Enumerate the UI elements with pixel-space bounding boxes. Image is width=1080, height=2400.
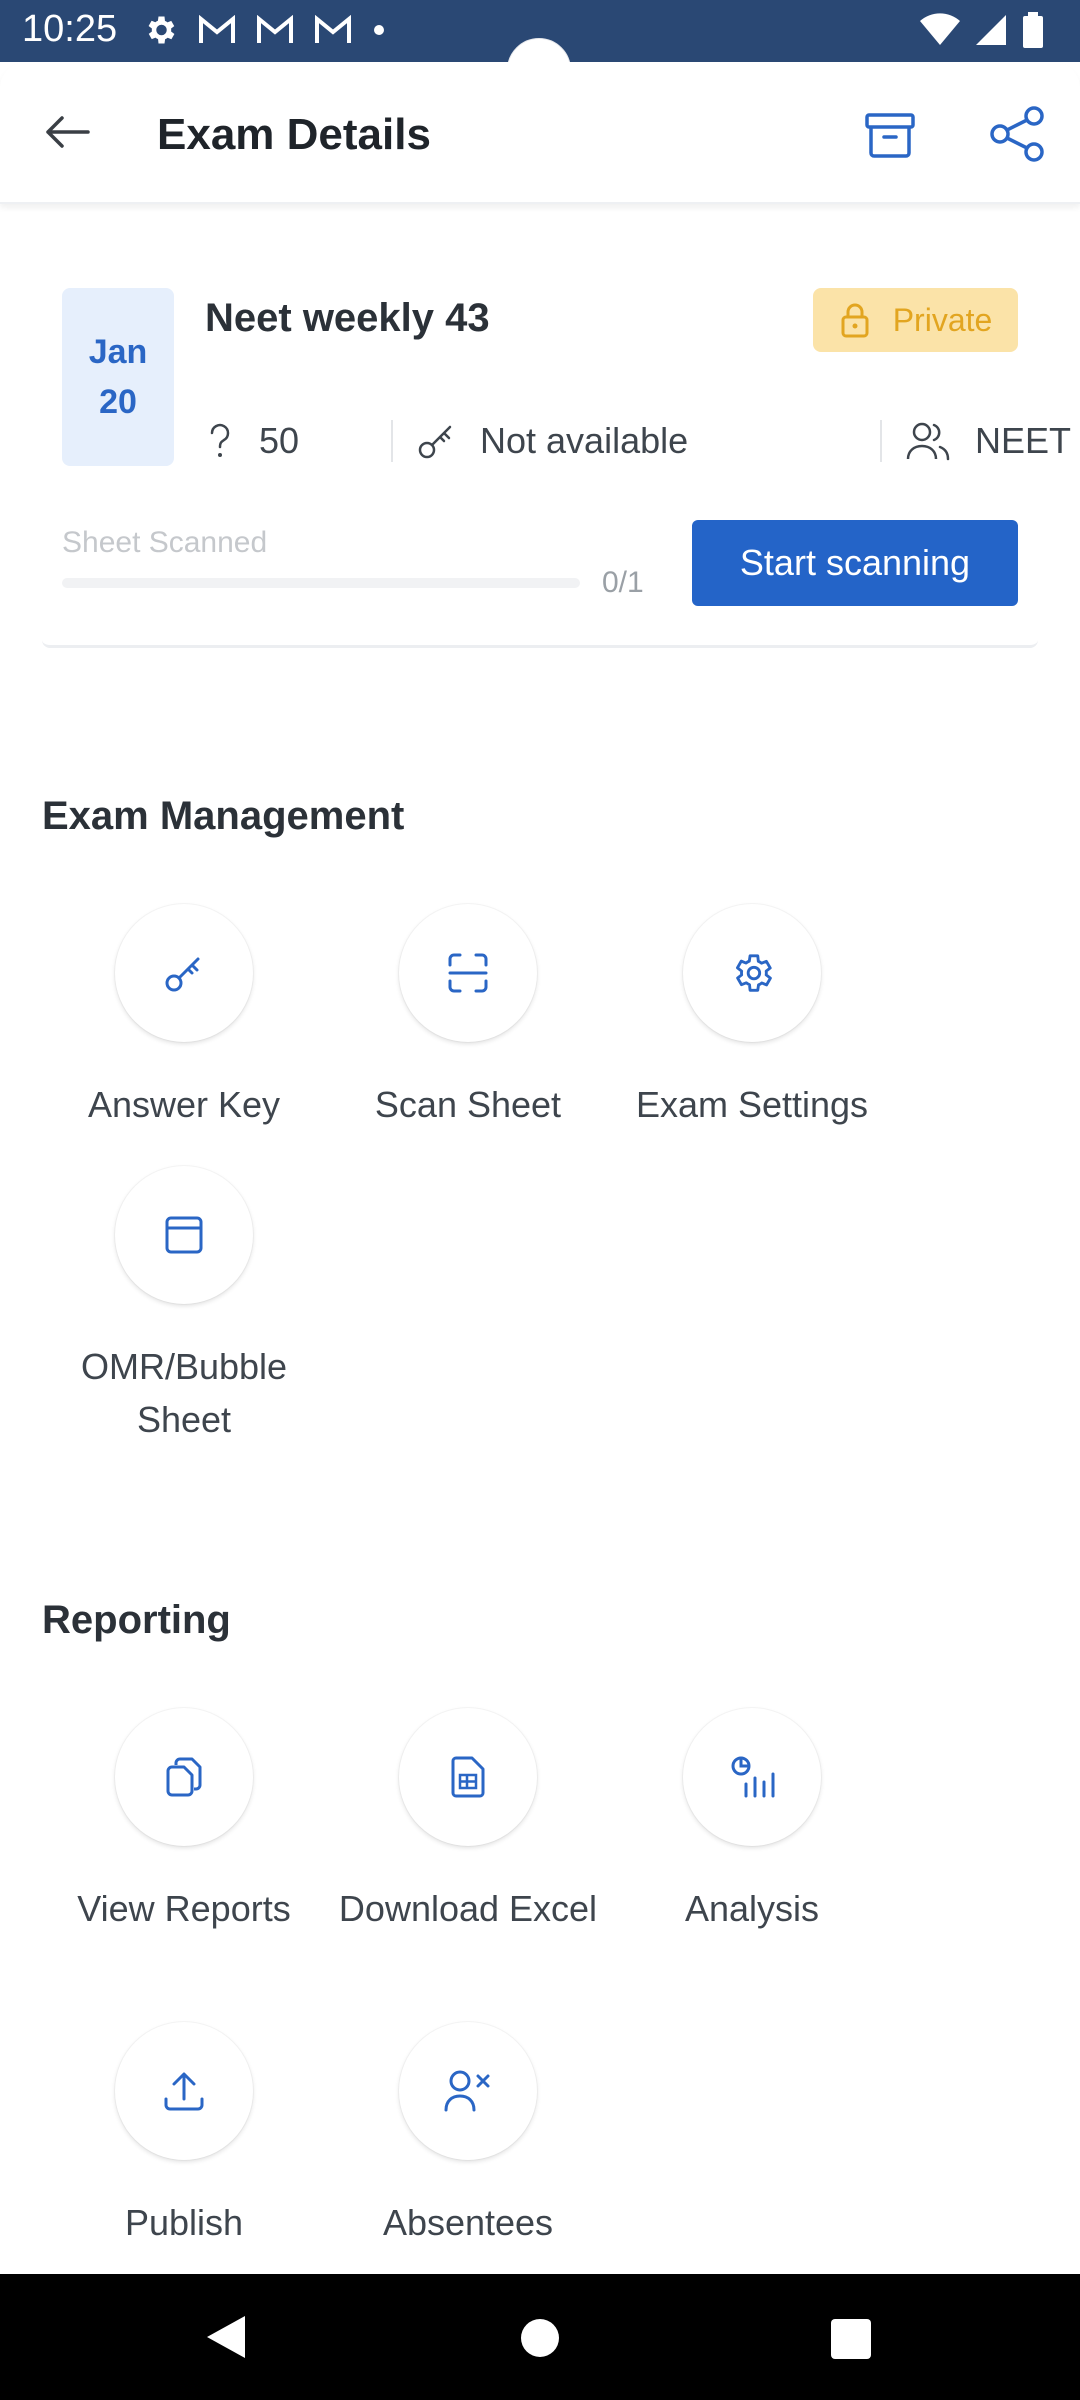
exam-date-day: 20: [99, 383, 137, 421]
exam-management-title: Exam Management: [42, 794, 405, 838]
signal-icon: [976, 15, 1006, 45]
user-remove-icon: [444, 2070, 490, 2112]
status-time: 10:25: [22, 8, 118, 50]
scan-icon: [448, 953, 488, 993]
view-reports-tile[interactable]: View Reports: [42, 1708, 326, 1935]
omr-bubble-sheet-label: OMR/Bubble Sheet: [80, 1346, 288, 1440]
page-title: Exam Details: [157, 110, 431, 159]
question-icon: [210, 423, 230, 457]
gmail-icon: [315, 15, 351, 43]
publish-label: Publish: [124, 2202, 244, 2243]
wifi-icon: [920, 13, 960, 45]
meta-divider: [391, 420, 393, 462]
scan-sheet-tile[interactable]: Scan Sheet: [326, 904, 610, 1131]
back-button[interactable]: [42, 112, 102, 152]
answer-key-tile[interactable]: Answer Key: [42, 904, 326, 1131]
key-icon: [418, 425, 452, 459]
lock-icon: [841, 303, 869, 338]
answer-key-status: Not available: [416, 416, 688, 466]
exam-settings-tile[interactable]: Exam Settings: [610, 904, 894, 1131]
absentees-tile[interactable]: Absentees: [326, 2022, 610, 2249]
exam-name: Neet weekly 43: [205, 296, 490, 340]
publish-button[interactable]: [115, 2022, 253, 2160]
absentees-label: Absentees: [382, 2202, 554, 2243]
nav-home-icon[interactable]: [521, 2319, 559, 2357]
excel-icon: [451, 1756, 485, 1798]
publish-tile[interactable]: Publish: [42, 2022, 326, 2249]
archive-icon: [865, 113, 915, 158]
omr-bubble-sheet-button[interactable]: [115, 1166, 253, 1304]
key-icon: [165, 957, 200, 992]
absentees-button[interactable]: [399, 2022, 537, 2160]
gmail-icon: [199, 15, 235, 43]
download-excel-button[interactable]: [399, 1708, 537, 1846]
nav-back-icon[interactable]: [205, 2314, 247, 2360]
view-reports-button[interactable]: [115, 1708, 253, 1846]
sheet-scanned-count: 0/1: [602, 566, 644, 599]
visibility-badge: Private: [813, 288, 1018, 352]
exam-settings-button[interactable]: [683, 904, 821, 1042]
upload-icon: [164, 2072, 204, 2111]
meta-divider: [880, 420, 882, 462]
answer-key-button[interactable]: [115, 904, 253, 1042]
nav-recent-apps-icon[interactable]: [831, 2319, 871, 2359]
exam-date: Jan 20: [62, 288, 174, 466]
share-button[interactable]: [988, 104, 1048, 164]
gear-icon: [735, 954, 772, 992]
answer-key-status-value: Not available: [480, 420, 689, 461]
gmail-icon: [257, 15, 293, 43]
answer-key-label: Answer Key: [87, 1084, 281, 1125]
sheet-icon: [165, 1216, 203, 1254]
omr-bubble-sheet-tile[interactable]: OMR/Bubble Sheet: [42, 1166, 326, 1446]
archive-button[interactable]: [862, 107, 918, 163]
dot-icon: [374, 25, 384, 35]
status-left-icons: [142, 12, 386, 48]
download-excel-tile[interactable]: Download Excel: [326, 1708, 610, 1935]
analysis-icon: [731, 1756, 775, 1798]
scan-sheet-label: Scan Sheet: [374, 1084, 562, 1125]
settings-icon: [148, 16, 175, 44]
visibility-label: Private: [892, 301, 993, 338]
question-count: 50: [205, 416, 299, 466]
copy-icon: [166, 1757, 202, 1797]
battery-icon: [1023, 12, 1043, 48]
scan-sheet-button[interactable]: [399, 904, 537, 1042]
analysis-tile[interactable]: Analysis: [610, 1708, 894, 1935]
view-reports-label: View Reports: [77, 1888, 291, 1929]
arrow-left-icon: [46, 116, 90, 148]
exam-meta-row: 50 Not available NEET: [205, 416, 1071, 466]
exam-group: NEET: [905, 416, 1071, 466]
analysis-button[interactable]: [683, 1708, 821, 1846]
app-bar: Exam Details: [0, 62, 1080, 204]
system-nav-bar: [0, 2274, 1080, 2400]
sheet-scanned-progress: [62, 578, 580, 588]
sheet-scanned-label: Sheet Scanned: [62, 526, 268, 559]
download-excel-label: Download Excel: [338, 1888, 598, 1929]
exam-group-value: NEET: [975, 420, 1072, 461]
exam-settings-label: Exam Settings: [635, 1084, 869, 1125]
exam-card[interactable]: Jan 20 Neet weekly 43 Private 50 Not ava…: [42, 248, 1071, 648]
status-right-icons: [920, 12, 1044, 48]
users-icon: [906, 422, 950, 461]
start-scanning-button[interactable]: Start scanning: [692, 520, 1018, 606]
exam-date-month: Jan: [88, 333, 148, 371]
share-icon: [990, 106, 1044, 162]
analysis-label: Analysis: [684, 1888, 820, 1929]
reporting-title: Reporting: [42, 1598, 231, 1642]
question-count-value: 50: [259, 420, 300, 461]
